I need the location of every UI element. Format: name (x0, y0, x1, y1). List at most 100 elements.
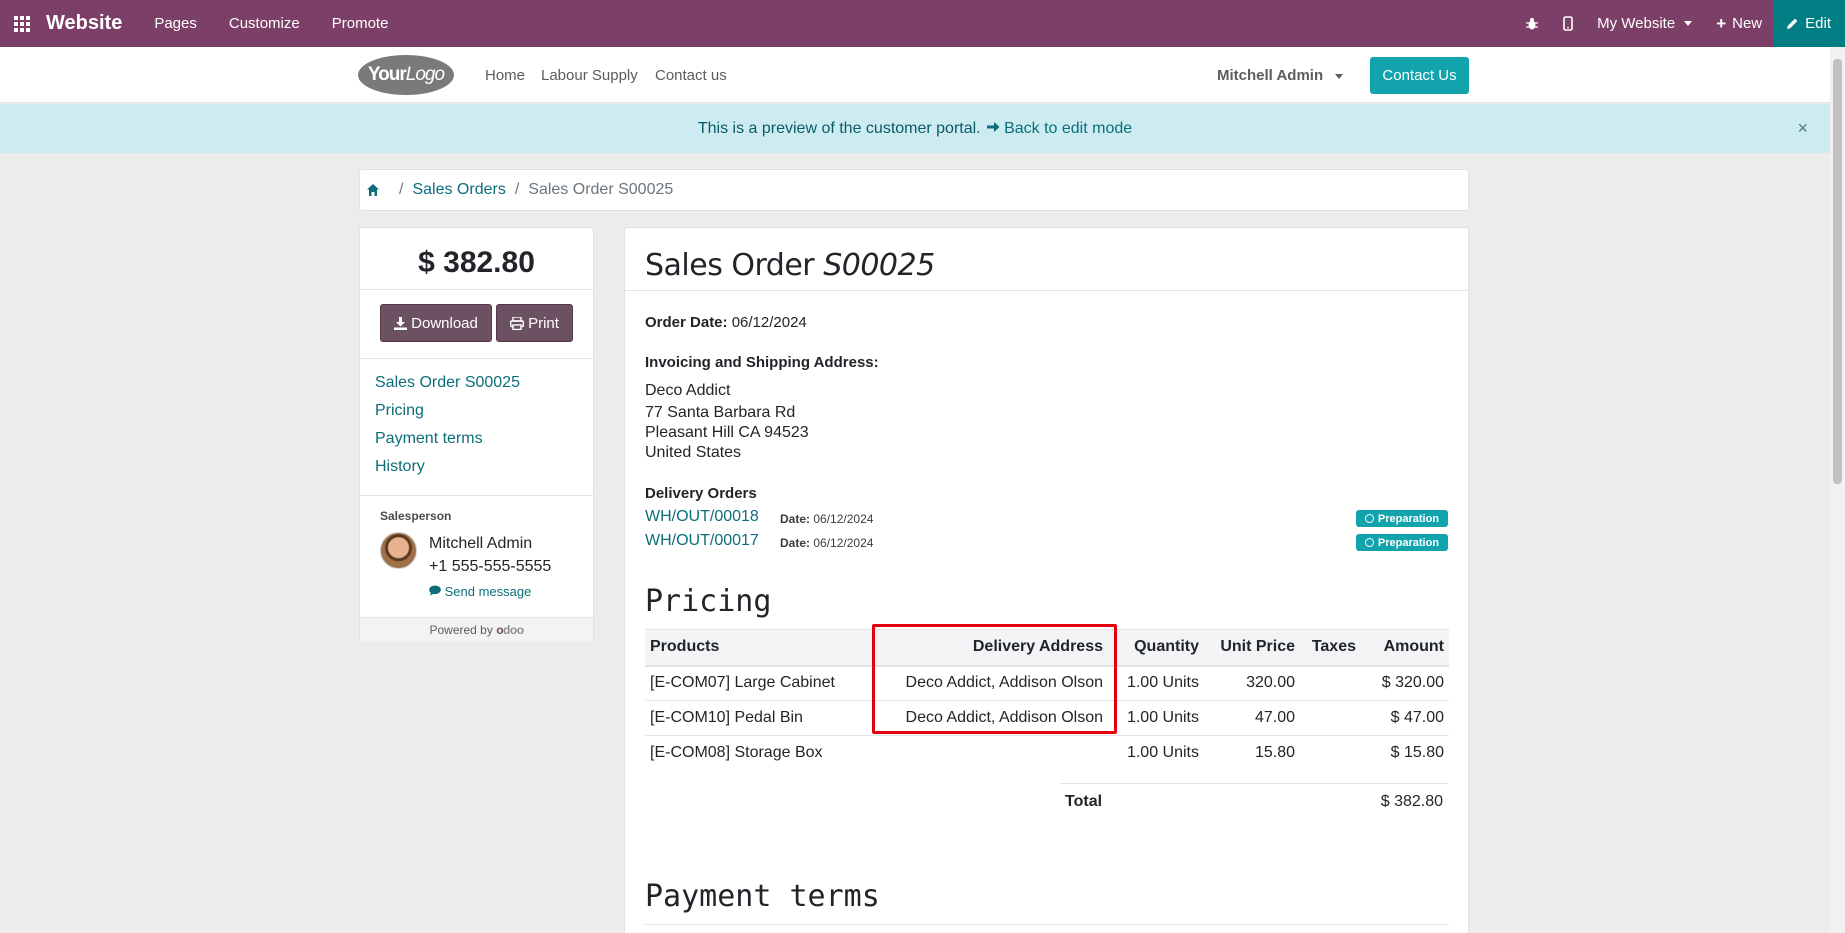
company-logo[interactable]: Your Logo (358, 55, 454, 95)
address-line: 77 Santa Barbara Rd (645, 404, 796, 421)
portal-preview-banner: This is a preview of the customer portal… (0, 104, 1830, 153)
odoo-logo[interactable]: odoo (496, 623, 524, 637)
cell-amount: $ 47.00 (1361, 700, 1449, 736)
cell-unit-price: 320.00 (1204, 665, 1300, 701)
comment-icon (429, 585, 441, 596)
sidebar-link-payment-terms[interactable]: Payment terms (375, 430, 483, 448)
status-badge: Preparation (1356, 534, 1448, 551)
cell-taxes (1300, 700, 1361, 736)
address-line: Deco Addict (645, 382, 731, 399)
scrollbar-thumb[interactable] (1833, 59, 1842, 484)
edit-button[interactable]: Edit (1774, 0, 1845, 47)
caret-down-icon (1684, 21, 1693, 26)
cell-quantity: 1.00 Units (1126, 744, 1199, 762)
cell-delivery-address: Deco Addict, Addison Olson (870, 665, 1108, 701)
divider (360, 495, 593, 496)
order-total-amount: $ 382.80 (418, 246, 535, 279)
menu-pages[interactable]: Pages (138, 0, 213, 47)
cell-unit-price: 15.80 (1254, 744, 1295, 762)
apps-menu-icon[interactable] (0, 0, 44, 47)
cell-amount: $ 320.00 (1361, 665, 1449, 701)
cell-unit-price: 47.00 (1204, 700, 1300, 736)
download-button[interactable]: Download (380, 304, 492, 342)
delivery-order-date: Date: 06/12/2024 (780, 512, 874, 526)
powered-by-footer: Powered by odoo (360, 617, 593, 642)
cell-amount: $ 15.80 (1390, 744, 1444, 762)
delivery-order-link[interactable]: WH/OUT/00018 (645, 508, 759, 526)
nav-home[interactable]: Home (485, 67, 525, 84)
breadcrumb: / Sales Orders / Sales Order S00025 (359, 169, 1469, 211)
payment-terms-section-title: Payment terms (645, 879, 880, 914)
salesperson-avatar (380, 532, 417, 569)
plus-icon: + (1716, 13, 1727, 33)
total-value: $ 382.80 (1380, 793, 1443, 810)
cell-taxes (1300, 736, 1361, 771)
send-message-link[interactable]: Send message (429, 584, 531, 599)
status-badge: Preparation (1356, 510, 1448, 527)
app-brand[interactable]: Website (46, 12, 122, 35)
divider (625, 290, 1468, 291)
page-scrollbar[interactable] (1830, 47, 1845, 933)
menu-customize[interactable]: Customize (213, 0, 316, 47)
contact-us-button[interactable]: Contact Us (1370, 57, 1469, 94)
home-icon[interactable] (366, 183, 380, 197)
table-row: [E-COM08] Storage Box 1.00 Units 15.80 $… (645, 736, 1449, 771)
sidebar-link-sales-order[interactable]: Sales Order S00025 (375, 374, 520, 392)
sidebar-link-pricing[interactable]: Pricing (375, 402, 424, 420)
debug-bug-icon[interactable] (1513, 0, 1551, 47)
pricing-section-title: Pricing (645, 584, 772, 619)
cell-delivery-address: Deco Addict, Addison Olson (870, 700, 1108, 736)
order-date: Order Date: 06/12/2024 (645, 314, 807, 331)
address-line: Pleasant Hill CA 94523 (645, 424, 809, 441)
table-row: [E-COM10] Pedal Bin Deco Addict, Addison… (645, 700, 1449, 736)
total-label: Total (1065, 793, 1103, 810)
nav-contact-us[interactable]: Contact us (655, 67, 727, 84)
breadcrumb-sales-orders[interactable]: Sales Orders (412, 181, 505, 199)
delivery-orders-label: Delivery Orders (645, 485, 757, 502)
pencil-icon (1787, 18, 1798, 29)
print-button[interactable]: Print (496, 304, 573, 342)
pricing-table: Products Delivery Address Quantity Unit … (645, 629, 1449, 771)
edit-label: Edit (1805, 15, 1831, 32)
cell-delivery-address (870, 736, 1108, 771)
salesperson-name: Mitchell Admin (429, 535, 533, 552)
column-header-unit-price: Unit Price (1204, 629, 1300, 667)
clock-icon (1364, 514, 1374, 523)
mobile-preview-icon[interactable] (1551, 0, 1585, 47)
salesperson-title: Salesperson (380, 509, 452, 523)
close-icon[interactable]: × (1797, 118, 1808, 139)
user-menu[interactable]: Mitchell Admin (1217, 67, 1344, 84)
new-button[interactable]: + New (1704, 0, 1774, 47)
site-selector-dropdown[interactable]: My Website (1585, 0, 1704, 47)
nav-labour-supply[interactable]: Labour Supply (541, 67, 638, 84)
menu-promote[interactable]: Promote (316, 0, 405, 47)
site-selector-label: My Website (1597, 15, 1676, 32)
cell-product: [E-COM08] Storage Box (650, 744, 823, 762)
divider (645, 924, 1449, 925)
column-header-products: Products (645, 629, 870, 667)
printer-icon (510, 316, 525, 330)
cell-product: [E-COM10] Pedal Bin (645, 700, 870, 736)
column-header-delivery-address: Delivery Address (870, 629, 1108, 667)
column-header-taxes: Taxes (1300, 629, 1361, 667)
sales-order-card: Sales Order S00025 Order Date: 06/12/202… (624, 227, 1469, 933)
cell-quantity: 1.00 Units (1108, 700, 1204, 736)
website-header: Your Logo Home Labour Supply Contact us M… (0, 47, 1830, 103)
page-title: Sales Order S00025 (645, 248, 935, 283)
new-label: New (1732, 15, 1763, 32)
back-to-edit-link[interactable]: Back to edit mode (986, 120, 1132, 138)
column-header-quantity: Quantity (1108, 629, 1204, 667)
cell-taxes (1300, 665, 1361, 701)
address-label: Invoicing and Shipping Address: (645, 354, 879, 371)
address-line: United States (645, 444, 742, 461)
column-header-amount: Amount (1361, 629, 1449, 667)
sidebar-link-history[interactable]: History (375, 458, 425, 476)
breadcrumb-current: Sales Order S00025 (528, 181, 674, 198)
website-admin-bar: Website Pages Customize Promote My Websi… (0, 0, 1845, 47)
cell-product: [E-COM07] Large Cabinet (645, 665, 870, 701)
cell-quantity: 1.00 Units (1108, 665, 1204, 701)
pricing-total-row: Total $ 382.80 (1060, 783, 1448, 819)
delivery-order-link[interactable]: WH/OUT/00017 (645, 532, 759, 550)
divider (360, 358, 593, 359)
caret-down-icon (1335, 73, 1344, 79)
